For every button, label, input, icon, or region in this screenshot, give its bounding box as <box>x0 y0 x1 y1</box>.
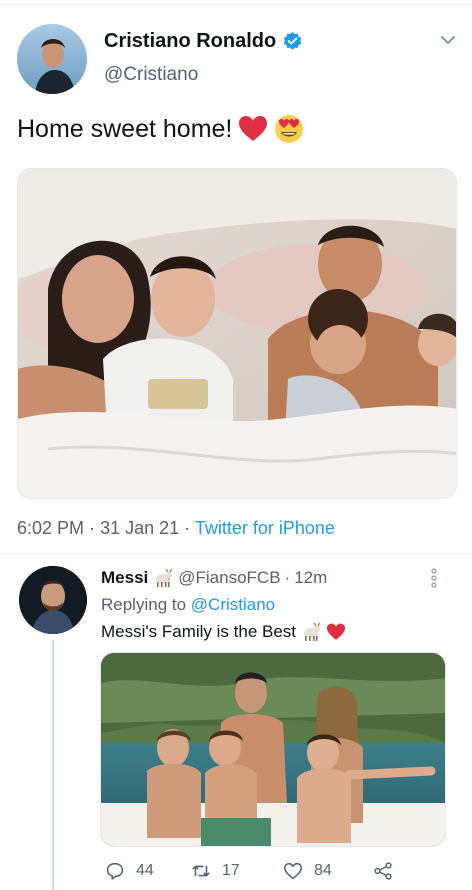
tweet-time: 6:02 PM <box>17 518 85 538</box>
thread-line <box>52 640 54 890</box>
replying-to-handle[interactable]: @Cristiano <box>191 595 275 614</box>
reply-text: Messi's Family is the Best <box>101 622 346 642</box>
like-count: 84 <box>314 862 332 879</box>
reply-actions: 44 17 84 <box>100 860 446 886</box>
meta-separator: · <box>184 518 191 538</box>
red-heart-icon <box>238 115 268 143</box>
share-icon <box>374 862 392 880</box>
tweet-photo[interactable] <box>17 168 457 499</box>
author-avatar[interactable] <box>17 24 87 94</box>
reply-author-name[interactable]: Messi <box>101 568 148 588</box>
section-divider <box>0 553 472 554</box>
top-divider <box>0 4 472 5</box>
goat-icon <box>152 568 174 588</box>
meta-separator: · <box>89 518 96 538</box>
reply-author-handle[interactable]: @FiansoFCB <box>178 568 280 588</box>
reply-avatar[interactable] <box>19 566 87 634</box>
retweet-icon <box>192 865 210 877</box>
verified-badge-icon <box>282 31 303 52</box>
reply-action[interactable]: 44 <box>104 860 154 882</box>
reply-age: 12m <box>294 568 328 587</box>
reply-body: Messi's Family is the Best <box>101 622 297 641</box>
reply-icon <box>106 862 124 880</box>
chevron-down-icon[interactable] <box>440 34 456 46</box>
reply-header: Messi @FiansoFCB · 12m <box>101 568 327 588</box>
heart-eyes-emoji-icon <box>274 114 304 144</box>
replying-label: Replying to <box>101 595 187 614</box>
retweet-count: 17 <box>222 862 240 879</box>
retweet-action[interactable]: 17 <box>190 860 240 882</box>
heart-icon <box>283 862 303 880</box>
author-name[interactable]: Cristiano Ronaldo <box>104 30 276 53</box>
red-heart-icon <box>326 623 346 641</box>
tweet-source-link[interactable]: Twitter for iPhone <box>195 518 335 538</box>
tweet-date: 31 Jan 21 <box>100 518 180 538</box>
author-handle[interactable]: @Cristiano <box>104 64 198 86</box>
reply-count: 44 <box>136 862 154 879</box>
replying-to: Replying to @Cristiano <box>101 595 275 615</box>
author-name-row: Cristiano Ronaldo <box>104 30 303 53</box>
tweet-body: Home sweet home! <box>17 114 233 143</box>
share-action[interactable] <box>372 860 394 882</box>
tweet-text: Home sweet home! <box>17 114 304 144</box>
reply-photo[interactable] <box>100 652 446 847</box>
like-action[interactable]: 84 <box>282 860 332 882</box>
meta-separator: · <box>284 568 291 587</box>
more-options-icon[interactable] <box>431 568 437 588</box>
tweet-meta: 6:02 PM · 31 Jan 21 · Twitter for iPhone <box>17 518 335 539</box>
goat-icon <box>300 622 322 642</box>
